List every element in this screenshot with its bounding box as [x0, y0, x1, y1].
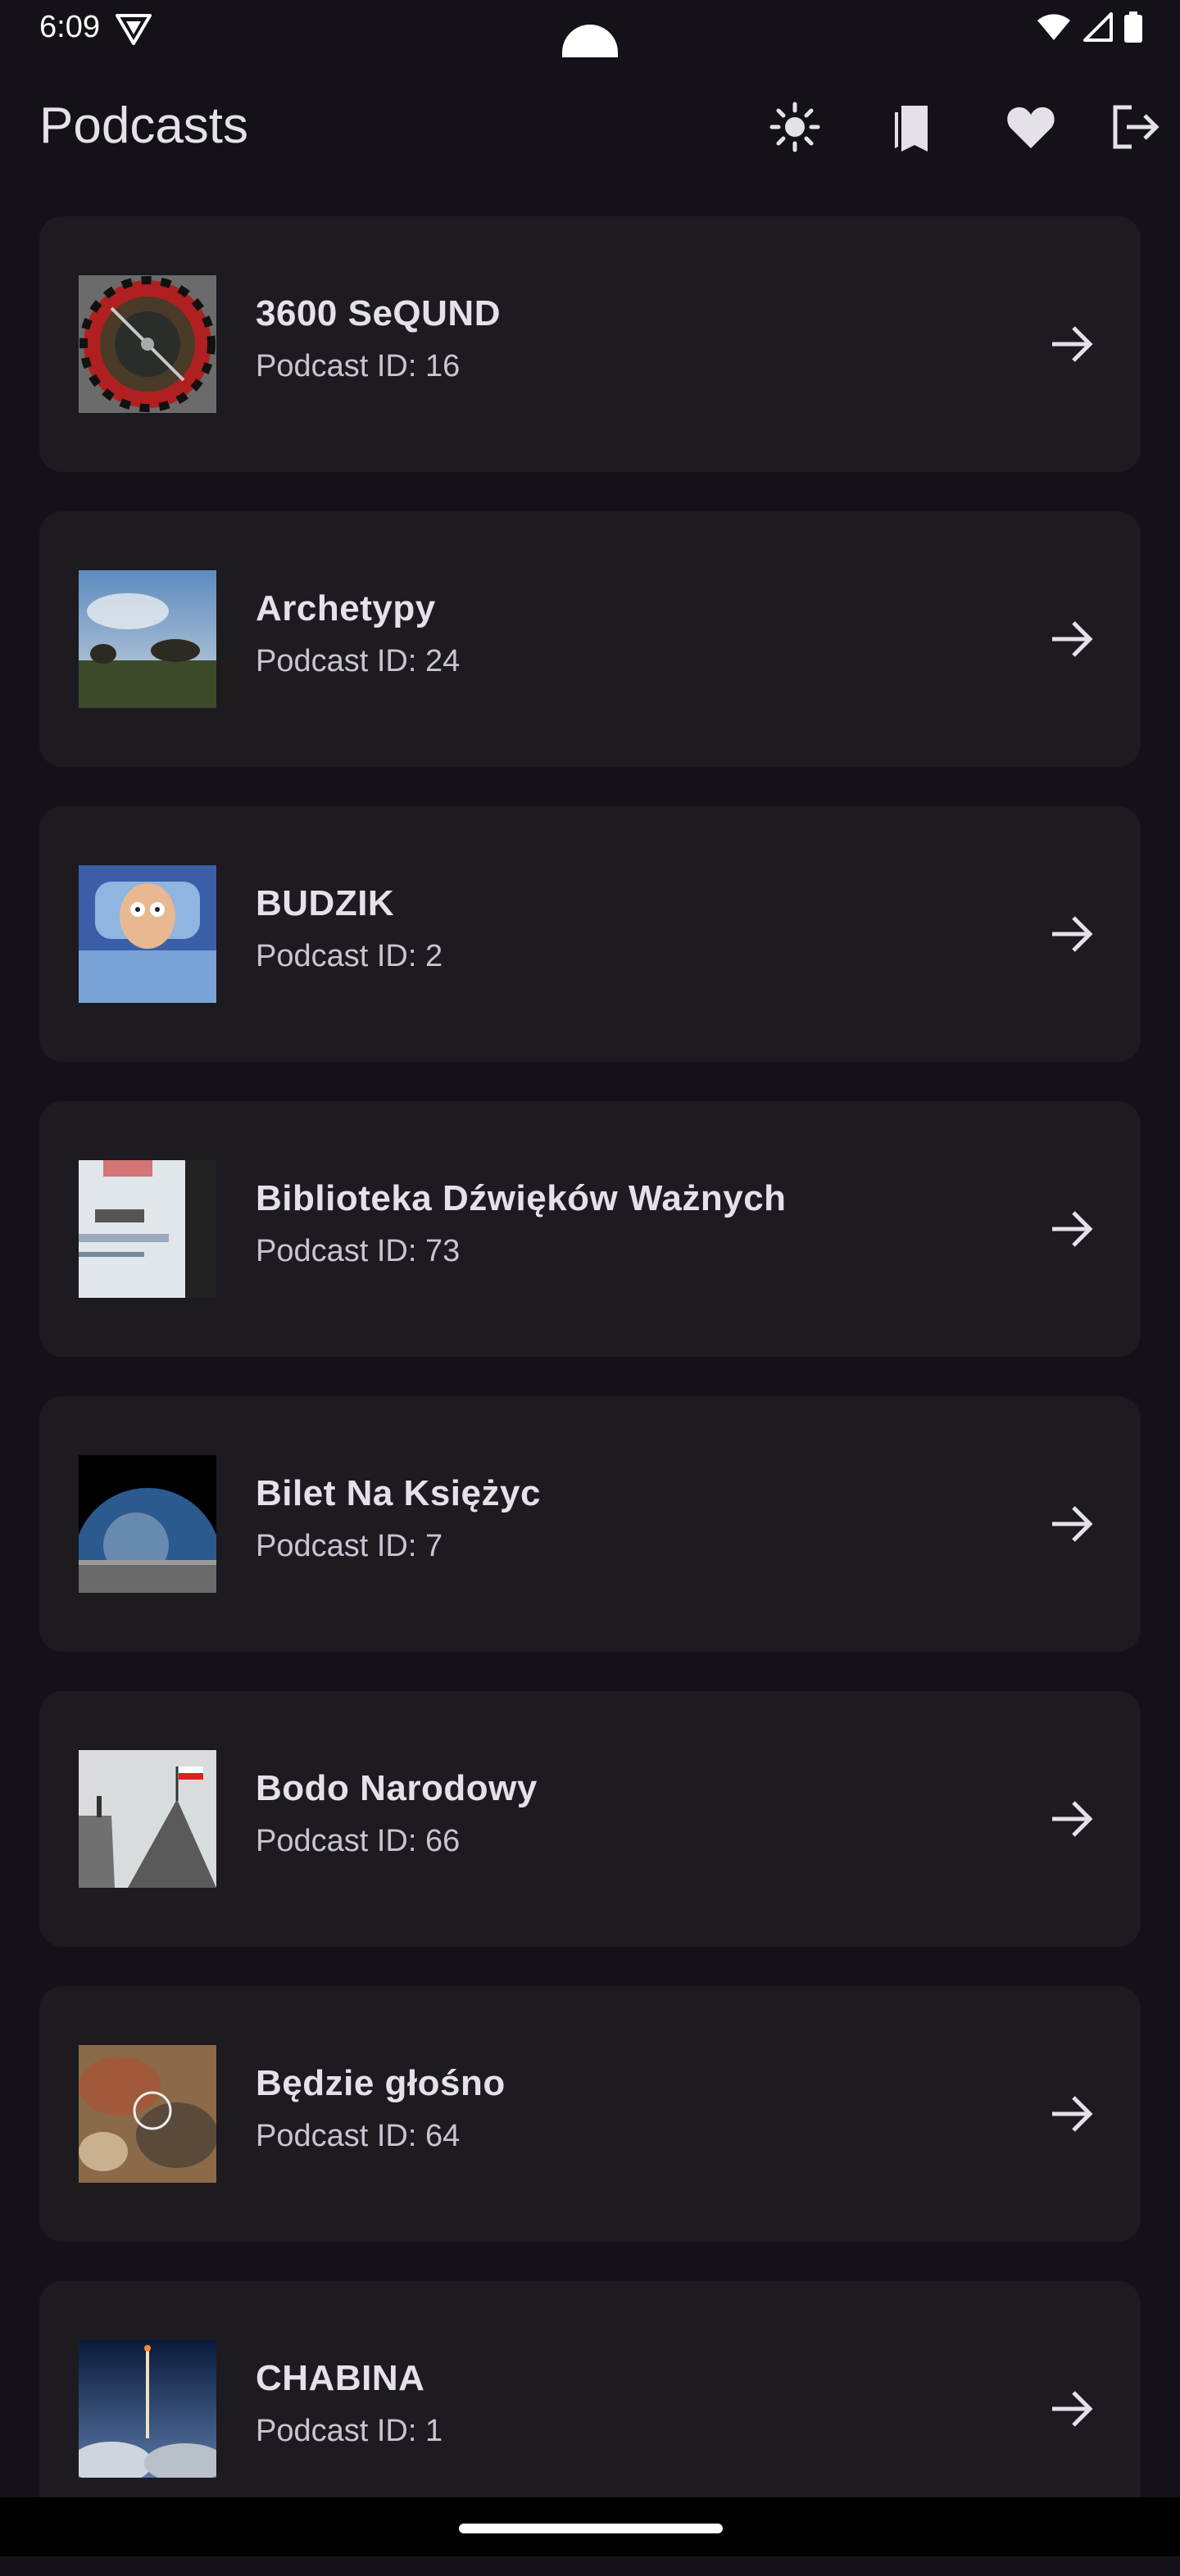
podcast-id: Podcast ID: 24 [256, 644, 461, 678]
arrow-right-icon [1052, 1801, 1093, 1837]
podcast-list: 3600 SeQUND Podcast ID: 16 Archetypy Pod… [39, 216, 1141, 2576]
podcast-title: Bodo Narodowy [256, 1768, 538, 1808]
arrow-right-icon [1052, 2096, 1093, 2132]
heart-icon [1007, 107, 1055, 148]
arrow-right-icon [1052, 1506, 1093, 1542]
podcast-id: Podcast ID: 2 [256, 939, 443, 973]
podcast-card[interactable]: Archetypy Podcast ID: 24 [39, 511, 1141, 767]
podcast-title: Będzie głośno [256, 2063, 506, 2103]
bookmarks-button[interactable] [854, 82, 972, 172]
page-title: Podcasts [39, 98, 249, 154]
podcast-id: Podcast ID: 66 [256, 1824, 461, 1858]
podcast-title: BUDZIK [256, 883, 395, 923]
status-bar: 6:09 [0, 0, 1180, 57]
podcast-cover [79, 1455, 216, 1593]
bookmark-icon [895, 106, 928, 152]
wifi-icon [1037, 14, 1070, 40]
podcast-title: Archetypy [256, 588, 436, 628]
podcast-card[interactable]: Biblioteka Dźwięków Ważnych Podcast ID: … [39, 1101, 1141, 1357]
arrow-right-icon [1052, 2391, 1093, 2427]
logout-icon [1113, 105, 1160, 149]
status-time: 6:09 [39, 10, 100, 44]
podcast-title: Biblioteka Dźwięków Ważnych [256, 1178, 787, 1218]
arrow-right-icon [1052, 916, 1093, 952]
podcast-title: 3600 SeQUND [256, 293, 501, 333]
podcast-cover [79, 2340, 216, 2478]
signal-icon [1083, 12, 1113, 42]
podcast-cover [79, 1750, 216, 1888]
theme-toggle-button[interactable] [736, 82, 854, 172]
battery-icon [1124, 11, 1142, 43]
podcast-card[interactable]: BUDZIK Podcast ID: 2 [39, 806, 1141, 1062]
logout-button[interactable] [1090, 82, 1180, 172]
app-bar-actions [736, 82, 1180, 172]
podcast-title: CHABINA [256, 2358, 425, 2398]
podcast-cover [79, 2045, 216, 2183]
podcast-cover [79, 275, 216, 413]
home-gesture-handle[interactable] [459, 2524, 723, 2533]
podcast-card[interactable]: Bilet Na Księżyc Podcast ID: 7 [39, 1396, 1141, 1652]
podcast-card[interactable]: Będzie głośno Podcast ID: 64 [39, 1986, 1141, 2242]
podcast-cover [79, 865, 216, 1003]
arrow-right-icon [1052, 621, 1093, 657]
podcast-card[interactable]: Bodo Narodowy Podcast ID: 66 [39, 1691, 1141, 1947]
favorites-button[interactable] [972, 82, 1090, 172]
arrow-right-icon [1052, 326, 1093, 362]
podcast-id: Podcast ID: 64 [256, 2119, 461, 2153]
vpn-icon [116, 14, 152, 45]
podcast-cover [79, 1160, 216, 1298]
podcast-title: Bilet Na Księżyc [256, 1473, 541, 1513]
status-icons [1036, 11, 1142, 43]
podcast-id: Podcast ID: 7 [256, 1529, 443, 1563]
app-bar: Podcasts [0, 82, 1180, 172]
podcast-cover [79, 570, 216, 708]
camera-cutout [562, 25, 618, 57]
podcast-card[interactable]: 3600 SeQUND Podcast ID: 16 [39, 216, 1141, 472]
system-nav-bar [0, 2497, 1180, 2556]
arrow-right-icon [1052, 1211, 1093, 1247]
podcast-id: Podcast ID: 73 [256, 1234, 461, 1268]
podcast-id: Podcast ID: 1 [256, 2414, 443, 2448]
podcast-id: Podcast ID: 16 [256, 349, 461, 383]
sun-icon [769, 102, 820, 152]
